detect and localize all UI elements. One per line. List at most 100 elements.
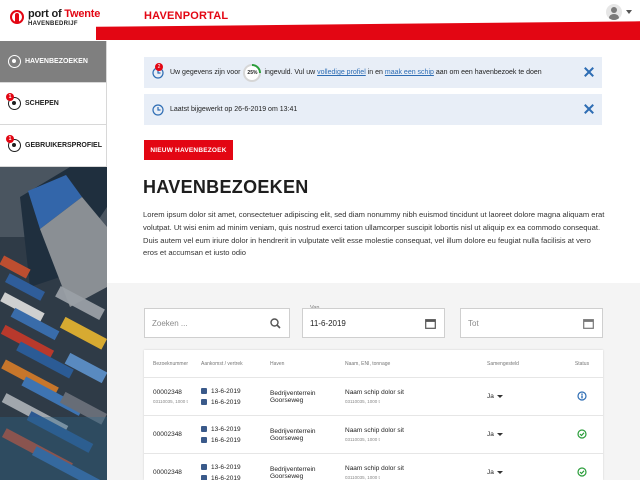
close-icon[interactable]	[584, 67, 594, 77]
table-row[interactable]: 00002348 13-6-2019 16-6-2019 Bedrijvente…	[144, 416, 603, 454]
sidebar-item-label: SCHEPEN	[25, 100, 59, 107]
sidebar-item-schepen[interactable]: 1 SCHEPEN	[0, 83, 106, 125]
vertrek-date: 16-6-2019	[211, 398, 241, 406]
alert-badge: 2	[155, 62, 163, 71]
table-row[interactable]: 00002348 03110035, 1000 t 13-6-2019 16-6-…	[144, 378, 603, 416]
bezoeknummer-sub: 03110035, 1000 t	[153, 399, 188, 404]
haven-line1: Bedrijventerrein	[270, 427, 316, 435]
logo-name-part1: port of	[28, 8, 65, 20]
haven-line2: Goorseweg	[270, 396, 304, 404]
sidebar-item-label: HAVENBEZOEKEN	[25, 58, 88, 65]
column-header[interactable]: Naam, ENI, tonnage	[345, 361, 487, 367]
user-avatar-icon	[606, 4, 622, 20]
samengesteld-dropdown[interactable]: Ja	[487, 393, 503, 400]
schip-naam: Naam schip dolor sit	[345, 389, 404, 396]
progress-label: 25%	[245, 65, 260, 80]
column-header[interactable]: Samengesteld	[487, 361, 561, 367]
search-icon[interactable]	[270, 318, 281, 329]
haven-line1: Bedrijventerrein	[270, 389, 316, 397]
last-updated-alert: Laatst bijgewerkt op 26-6-2019 om 13:41	[144, 94, 602, 125]
table-header: Bezoeknummer Aankomst / vertrek Haven Na…	[144, 350, 603, 378]
schip-sub: 03110035, 1000 t	[345, 399, 380, 404]
calendar-icon[interactable]	[583, 318, 594, 329]
status-info-icon	[577, 390, 587, 401]
logo-mark-icon	[10, 10, 24, 24]
profile-progress-ring: 25%	[243, 63, 262, 82]
samengesteld-value: Ja	[487, 393, 494, 400]
samengesteld-dropdown[interactable]: Ja	[487, 431, 503, 438]
vertrek-date: 16-6-2019	[211, 474, 241, 480]
app-title: HAVENPORTAL	[144, 10, 229, 22]
calendar-icon	[201, 426, 207, 432]
main-content: 2 Uw gegevens zijn voor 25% ingevuld. Vu…	[107, 41, 640, 480]
van-date-field[interactable]: 11-6-2019	[302, 308, 445, 338]
sidebar-item-havenbezoeken[interactable]: HAVENBEZOEKEN	[0, 41, 106, 83]
profile-completion-alert: 2 Uw gegevens zijn voor 25% ingevuld. Vu…	[144, 57, 602, 88]
ship-icon: 1	[6, 93, 21, 110]
havenbezoeken-table: Bezoeknummer Aankomst / vertrek Haven Na…	[144, 350, 603, 480]
logo-name-part2: Twente	[64, 8, 101, 20]
haven-line2: Goorseweg	[270, 472, 304, 480]
anchor-icon	[8, 55, 21, 68]
link-volledige-profiel[interactable]: volledige profiel	[317, 69, 366, 76]
user-menu[interactable]	[606, 4, 632, 20]
chevron-down-icon	[496, 395, 503, 398]
port-of-twente-logo[interactable]: port of Twente HAVENBEDRIJF	[10, 8, 100, 34]
calendar-icon[interactable]	[425, 318, 436, 329]
chevron-down-icon	[496, 433, 503, 436]
vertrek-date: 16-6-2019	[211, 436, 241, 444]
clock-icon	[152, 103, 164, 116]
samengesteld-dropdown[interactable]: Ja	[487, 469, 503, 476]
sidebar-item-label: GEBRUIKERSPROFIEL	[25, 142, 103, 149]
page-title: HAVENBEZOEKEN	[143, 177, 309, 197]
bezoeknummer: 00002348	[153, 389, 182, 396]
harbor-photo	[0, 167, 107, 480]
calendar-icon	[201, 437, 207, 443]
column-header[interactable]: Aankomst / vertrek	[201, 361, 270, 367]
overview-section: Zoeken ... Van 11-6-2019 Tot Bezoeknumme…	[107, 283, 640, 480]
sidebar: HAVENBEZOEKEN 1 SCHEPEN 1 GEBRUIKERSPROF…	[0, 41, 107, 480]
intro-text: Lorem ipsum dolor sit amet, consectetuer…	[143, 210, 605, 258]
search-placeholder: Zoeken ...	[152, 318, 188, 328]
close-icon[interactable]	[584, 104, 594, 114]
new-havenbezoek-button[interactable]: NIEUW HAVENBEZOEK	[144, 140, 233, 160]
alert-text-after: aan om een havenbezoek te doen	[435, 69, 542, 76]
schip-sub: 03110035, 1000 t	[345, 437, 380, 442]
user-icon: 1	[6, 135, 21, 152]
logo-subtitle: HAVENBEDRIJF	[28, 21, 78, 27]
status-check-icon	[577, 428, 587, 439]
alert-text-mid: ingevuld. Vul uw	[264, 69, 316, 76]
notification-badge: 1	[6, 93, 14, 101]
last-updated-text: Laatst bijgewerkt op 26-6-2019 om 13:41	[170, 106, 298, 113]
column-header[interactable]: Haven	[270, 361, 345, 367]
calendar-icon	[201, 464, 207, 470]
table-row[interactable]: 00002348 13-6-2019 16-6-2019 Bedrijvente…	[144, 454, 603, 480]
chevron-down-icon	[626, 10, 632, 14]
aankomst-date: 13-6-2019	[211, 425, 241, 433]
aankomst-date: 13-6-2019	[211, 463, 241, 471]
haven-line2: Goorseweg	[270, 434, 304, 442]
sidebar-item-gebruikersprofiel[interactable]: 1 GEBRUIKERSPROFIEL	[0, 125, 106, 167]
aankomst-date: 13-6-2019	[211, 387, 241, 395]
bezoeknummer: 00002348	[153, 431, 182, 438]
calendar-icon	[201, 399, 207, 405]
link-maak-een-schip[interactable]: maak een schip	[385, 69, 434, 76]
column-header[interactable]: Status	[561, 361, 603, 367]
calendar-icon	[201, 475, 207, 480]
chevron-down-icon	[496, 471, 503, 474]
notification-badge: 1	[6, 135, 14, 143]
schip-naam: Naam schip dolor sit	[345, 427, 404, 434]
column-header[interactable]: Bezoeknummer	[144, 361, 201, 367]
samengesteld-value: Ja	[487, 431, 494, 438]
bezoeknummer: 00002348	[153, 469, 182, 476]
search-input[interactable]: Zoeken ...	[144, 308, 290, 338]
calendar-icon	[201, 388, 207, 394]
clock-alert-icon: 2	[152, 62, 164, 79]
schip-sub: 03110035, 1000 t	[345, 475, 380, 480]
top-header: port of Twente HAVENBEDRIJF HAVENPORTAL	[0, 0, 640, 41]
samengesteld-value: Ja	[487, 469, 494, 476]
haven-line1: Bedrijventerrein	[270, 465, 316, 473]
status-check-icon	[577, 466, 587, 477]
tot-date-field[interactable]: Tot	[460, 308, 603, 338]
alert-text-mid2: in en	[367, 69, 383, 76]
